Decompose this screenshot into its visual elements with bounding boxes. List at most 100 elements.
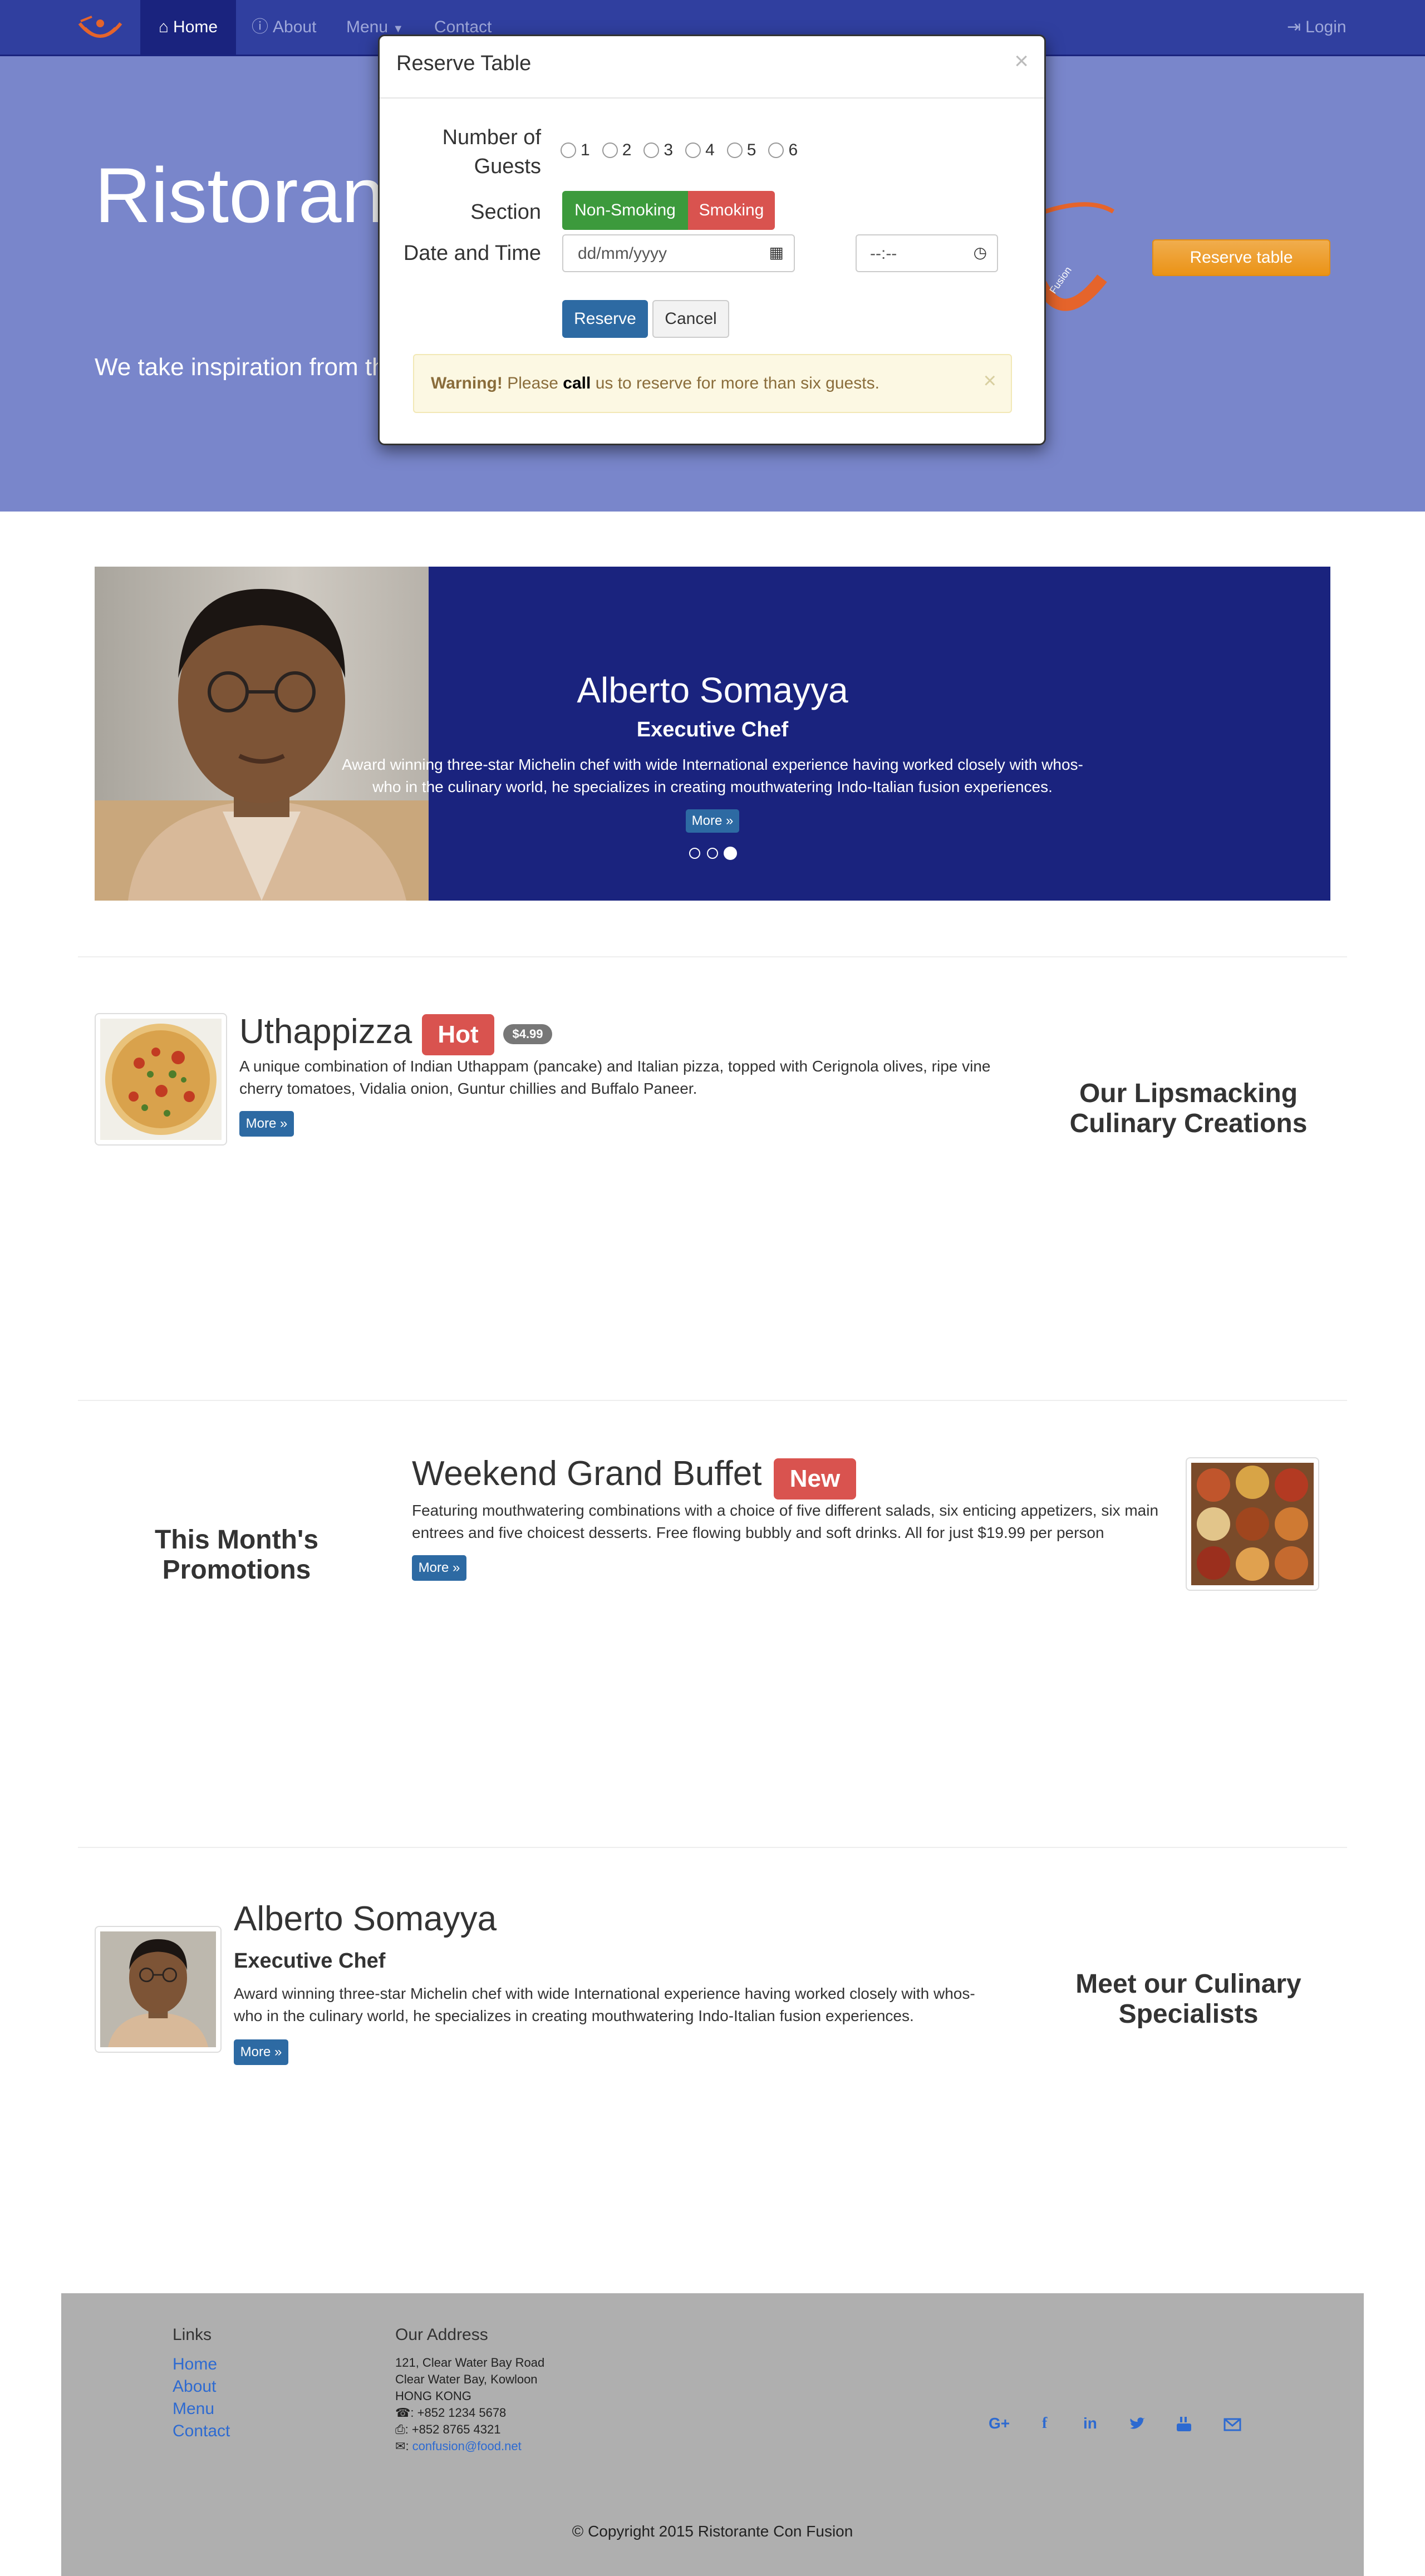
promotion-thumbnail bbox=[1186, 1457, 1319, 1591]
footer-email: ✉: confusion@food.net bbox=[395, 2439, 522, 2453]
warning-text: Warning! Please call us to reserve for m… bbox=[431, 374, 879, 393]
clock-icon[interactable]: ◷ bbox=[974, 243, 987, 262]
nav-about-label: About bbox=[273, 18, 317, 36]
chef-carousel: Alberto Somayya Executive Chef Award win… bbox=[95, 567, 1330, 901]
time-input[interactable]: --:-- ◷ bbox=[856, 234, 998, 272]
guest-option-label: 4 bbox=[705, 141, 715, 159]
carousel-chef-name: Alberto Somayya bbox=[577, 670, 848, 710]
leader-name: Alberto Somayya bbox=[234, 1900, 497, 1938]
footer-link-about[interactable]: About bbox=[173, 2376, 230, 2398]
date-placeholder: dd/mm/yyyy bbox=[578, 244, 667, 263]
section-label: Section bbox=[470, 200, 541, 224]
promotion-section-title: This Month's Promotions bbox=[154, 1525, 319, 1585]
guest-option-label: 5 bbox=[746, 141, 756, 159]
reserve-table-button[interactable]: Reserve table bbox=[1152, 239, 1330, 276]
brand-logo-icon[interactable] bbox=[75, 11, 125, 46]
caret-down-icon: ▼ bbox=[392, 23, 404, 35]
warning-call: call bbox=[563, 374, 591, 392]
mail-icon[interactable] bbox=[1223, 2418, 1241, 2431]
footer-address-title: Our Address bbox=[395, 2326, 488, 2344]
phone-number: : +852 1234 5678 bbox=[410, 2406, 507, 2420]
twitter-icon[interactable] bbox=[1129, 2417, 1146, 2431]
warning-alert: Warning! Please call us to reserve for m… bbox=[413, 354, 1012, 413]
nav-home[interactable]: ⌂ Home bbox=[140, 0, 236, 56]
dish-section-title: Our Lipsmacking Culinary Creations bbox=[1069, 1079, 1308, 1138]
email-link[interactable]: confusion@food.net bbox=[412, 2439, 522, 2453]
guest-option-label: 3 bbox=[664, 141, 674, 159]
carousel-chef-designation: Executive Chef bbox=[636, 718, 789, 741]
logo-text: Fusion bbox=[1047, 264, 1073, 296]
facebook-icon[interactable]: f bbox=[1042, 2415, 1047, 2432]
footer-link-contact[interactable]: Contact bbox=[173, 2420, 230, 2442]
warning-text-part: us to reserve for more than six guests. bbox=[595, 374, 879, 392]
carousel-indicator-1[interactable] bbox=[689, 848, 700, 859]
guest-radio-4[interactable]: 4 bbox=[685, 141, 715, 160]
radio-circle-icon bbox=[726, 142, 743, 158]
linkedin-icon[interactable]: in bbox=[1083, 2415, 1097, 2432]
date-input[interactable]: dd/mm/yyyy ▦ bbox=[562, 234, 795, 272]
login-link[interactable]: ⇥ Login bbox=[1287, 0, 1347, 56]
footer-link-home[interactable]: Home bbox=[173, 2353, 230, 2376]
guest-option-label: 2 bbox=[622, 141, 632, 159]
guest-radio-6[interactable]: 6 bbox=[768, 141, 798, 160]
footer-copyright: © Copyright 2015 Ristorante Con Fusion bbox=[572, 2523, 853, 2540]
dish-price-badge: $4.99 bbox=[503, 1024, 552, 1044]
nav-about[interactable]: ⓘ About bbox=[252, 0, 316, 56]
leader-more-button[interactable]: More » bbox=[234, 2039, 288, 2065]
calendar-icon[interactable]: ▦ bbox=[769, 243, 784, 262]
restaurant-tagline: We take inspiration from the World's bes… bbox=[95, 353, 406, 381]
login-icon: ⇥ bbox=[1287, 18, 1301, 36]
leader-thumbnail bbox=[95, 1926, 222, 2053]
youtube-icon[interactable] bbox=[1176, 2416, 1192, 2432]
fax-number: : +852 8765 4321 bbox=[405, 2422, 501, 2436]
address-line: HONG KONG bbox=[395, 2389, 471, 2403]
section-divider bbox=[78, 1400, 1347, 1401]
guests-label: Number of Guests bbox=[442, 126, 541, 178]
guest-radio-3[interactable]: 3 bbox=[643, 141, 673, 160]
warning-text-part: Please bbox=[507, 374, 558, 392]
non-smoking-button[interactable]: Non-Smoking bbox=[562, 191, 688, 230]
pizza-image-icon bbox=[100, 1019, 222, 1140]
guest-radio-1[interactable]: 1 bbox=[561, 141, 590, 160]
google-plus-icon[interactable]: G+ bbox=[989, 2415, 1010, 2432]
section-divider bbox=[78, 1847, 1347, 1848]
warning-strong: Warning! bbox=[431, 374, 503, 392]
info-icon: ⓘ bbox=[252, 18, 268, 36]
promotion-more-button[interactable]: More » bbox=[412, 1555, 466, 1581]
guests-radio-group: 1 2 3 4 5 6 bbox=[561, 141, 810, 160]
buffet-image-icon bbox=[1191, 1463, 1314, 1585]
dish-description: A unique combination of Indian Uthappam … bbox=[239, 1058, 991, 1097]
address-line: Clear Water Bay, Kowloon bbox=[395, 2372, 538, 2386]
nav-contact-label: Contact bbox=[434, 18, 492, 36]
carousel-more-button[interactable]: More » bbox=[686, 809, 739, 833]
carousel-indicator-2[interactable] bbox=[707, 848, 718, 859]
modal-close-icon[interactable]: × bbox=[1014, 47, 1029, 75]
smoking-button[interactable]: Smoking bbox=[688, 191, 775, 230]
leader-section-title: Meet our Culinary Specialists bbox=[1075, 1969, 1301, 2029]
promotion-name: Weekend Grand Buffet bbox=[412, 1454, 762, 1493]
footer-link-menu[interactable]: Menu bbox=[173, 2398, 230, 2420]
carousel-indicator-3-active[interactable] bbox=[724, 847, 737, 860]
modal-title: Reserve Table bbox=[396, 52, 532, 75]
guest-radio-5[interactable]: 5 bbox=[726, 141, 756, 160]
promotion-new-label: New bbox=[774, 1458, 856, 1500]
modal-reserve-button[interactable]: Reserve bbox=[562, 300, 648, 338]
dish-more-button[interactable]: More » bbox=[239, 1111, 294, 1137]
footer-links-title: Links bbox=[173, 2326, 212, 2344]
radio-circle-icon bbox=[643, 142, 660, 158]
time-placeholder: --:-- bbox=[870, 244, 897, 263]
footer-phone: ☎: +852 1234 5678 bbox=[395, 2405, 544, 2421]
radio-circle-icon bbox=[768, 142, 784, 158]
guest-radio-2[interactable]: 2 bbox=[602, 141, 632, 160]
section-divider bbox=[78, 956, 1347, 957]
leader-portrait-icon bbox=[100, 1931, 216, 2047]
login-label: Login bbox=[1305, 18, 1347, 36]
fax-icon: ⎙ bbox=[395, 2422, 405, 2436]
home-icon: ⌂ bbox=[158, 18, 169, 36]
warning-close-icon[interactable]: × bbox=[984, 368, 996, 394]
leader-description: Award winning three-star Michelin chef w… bbox=[234, 1985, 975, 2024]
dish-name: Uthappizza bbox=[239, 1012, 412, 1051]
nav-menu-label: Menu bbox=[346, 18, 389, 36]
footer-fax: ⎙: +852 8765 4321 bbox=[395, 2421, 544, 2438]
modal-cancel-button[interactable]: Cancel bbox=[652, 300, 729, 338]
